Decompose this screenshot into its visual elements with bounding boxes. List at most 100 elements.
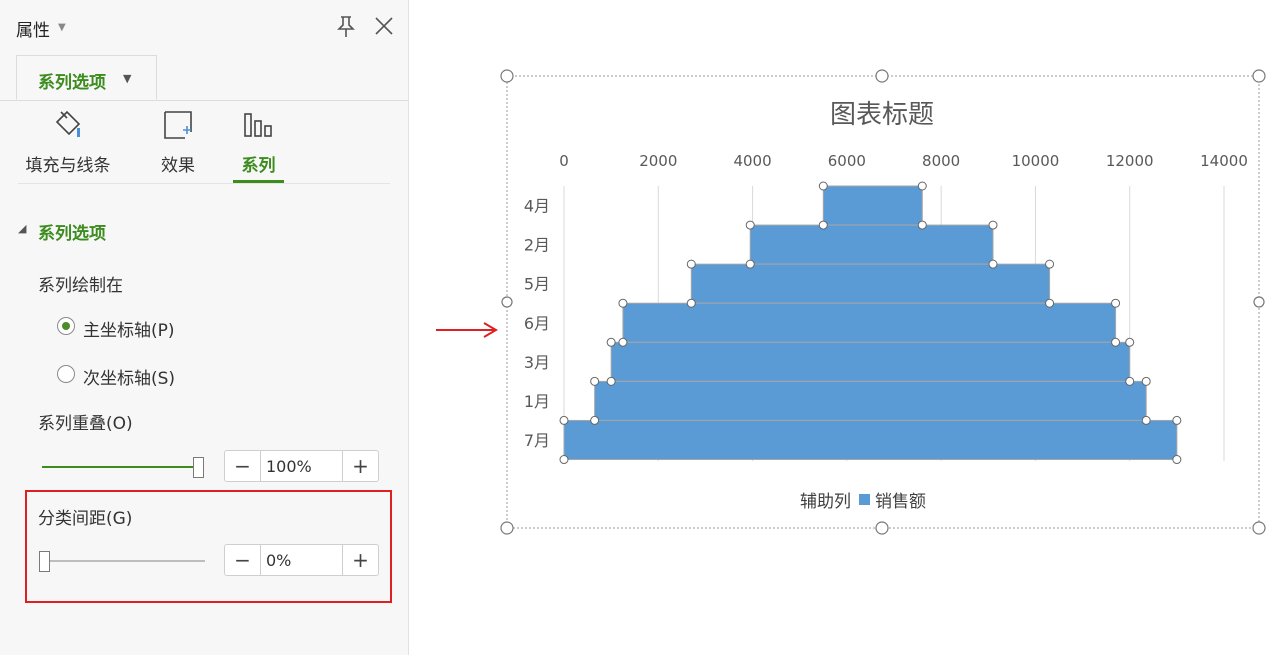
panel-tabbar: 系列选项 ▼ [0,54,408,101]
gap-width-slider-track[interactable] [45,560,205,562]
selection-handle[interactable] [618,337,628,347]
selection-handle[interactable] [1172,415,1182,425]
selection-handle[interactable] [686,298,696,308]
selection-handle[interactable] [1141,376,1151,386]
gap-width-increment-button[interactable]: + [342,545,378,575]
red-arrow-annotation [436,322,498,338]
chart-resize-handle[interactable] [500,69,514,83]
subtab-effects[interactable]: 效果 [148,100,208,186]
legend-swatch-sales [859,494,870,505]
selection-handle[interactable] [818,181,828,191]
gap-width-slider-thumb[interactable] [39,551,50,572]
properties-panel: 属性 ▼ 系列选项 ▼ 填充与线条 效果 系列 ◢ 系列选项 系列绘制在 主坐标… [0,0,409,655]
chart-resize-handle[interactable] [1252,521,1266,535]
selection-handle[interactable] [1141,415,1151,425]
selection-handle[interactable] [590,415,600,425]
series-overlap-slider-track[interactable] [42,466,198,468]
selection-handle[interactable] [1172,455,1182,465]
series-overlap-slider-thumb[interactable] [193,457,204,478]
selection-handle[interactable] [917,181,927,191]
x-tick-label: 4000 [733,152,771,170]
bar-sales[interactable] [822,185,923,226]
gap-width-decrement-button[interactable]: − [225,545,261,575]
panel-header: 属性 ▼ [0,0,408,54]
secondary-axis-radio[interactable] [57,365,75,383]
subtab-series-label: 系列 [241,156,276,176]
bar-sales[interactable] [594,380,1147,421]
chart-title[interactable]: 图表标题 [830,100,934,130]
gap-width-spinner: − 0% + [224,544,379,576]
effects-icon [164,111,192,139]
selection-handle[interactable] [559,455,569,465]
category-label: 1月 [524,392,550,411]
chart-resize-handle[interactable] [875,69,889,83]
selection-handle[interactable] [745,259,755,269]
selection-handle[interactable] [988,220,998,230]
selection-handle[interactable] [745,220,755,230]
funnel-bar-chart[interactable]: 0 2000 4000 6000 8000 10000 12000 14000 4月 2月 5月 6… [497,66,1268,536]
gap-width-input[interactable]: 0% [266,551,291,570]
selection-handle[interactable] [1045,298,1055,308]
selection-handle[interactable] [1111,337,1121,347]
category-label: 2月 [524,236,550,255]
chart-resize-handle[interactable] [500,521,514,535]
bar-sales[interactable] [622,302,1117,343]
chart-container[interactable]: 0 2000 4000 6000 8000 10000 12000 14000 4月 2月 5月 6… [497,66,1268,536]
chevron-down-icon: ▼ [123,72,132,85]
chart-resize-handle[interactable] [1253,296,1265,308]
category-label: 6月 [524,314,550,333]
panel-title-dropdown-icon[interactable]: ▼ [58,22,66,33]
selection-handle[interactable] [1111,298,1121,308]
selection-handle[interactable] [818,220,828,230]
subtab-series[interactable]: 系列 [233,100,284,186]
divider [18,183,390,184]
legend-entry-helper: 辅助列 [800,492,851,512]
paint-bucket-icon [55,110,81,137]
legend-entry-sales: 销售额 [875,492,926,512]
bar-sales[interactable] [690,263,1051,304]
radio-selected-dot [62,322,70,330]
selection-handle[interactable] [686,259,696,269]
subtab-fill-line[interactable]: 填充与线条 [18,100,118,186]
close-icon[interactable] [372,14,396,38]
x-tick-label: 8000 [922,152,960,170]
tab-series-options[interactable]: 系列选项 ▼ [16,55,157,100]
x-tick-label: 12000 [1106,152,1154,170]
x-tick-label: 2000 [639,152,677,170]
selection-handle[interactable] [606,376,616,386]
x-tick-label: 6000 [828,152,866,170]
selection-handle[interactable] [559,415,569,425]
bar-sales[interactable] [563,419,1178,461]
secondary-axis-label[interactable]: 次坐标轴(S) [83,364,175,389]
selection-handle[interactable] [618,298,628,308]
selection-handle[interactable] [988,259,998,269]
primary-axis-label[interactable]: 主坐标轴(P) [83,316,175,341]
selection-handle[interactable] [1125,376,1135,386]
selection-handle[interactable] [590,376,600,386]
series-overlap-increment-button[interactable]: + [342,451,378,481]
category-label: 4月 [524,197,550,216]
selection-handle[interactable] [606,337,616,347]
chart-resize-handle[interactable] [1252,69,1266,83]
subtab-effects-label: 效果 [161,156,195,176]
bar-sales[interactable] [749,224,994,265]
chart-resize-handle[interactable] [875,521,889,535]
pin-icon[interactable] [334,14,358,38]
series-overlap-spinner: − 100% + [224,450,379,482]
series-overlap-input[interactable]: 100% [266,457,312,476]
collapse-triangle-icon[interactable]: ◢ [18,222,26,235]
subtab-fill-line-label: 填充与线条 [25,156,111,176]
category-label: 7月 [524,431,550,450]
series-overlap-decrement-button[interactable]: − [225,451,261,481]
bar-series-icon [243,113,272,137]
chart-resize-handle[interactable] [501,296,513,308]
panel-title[interactable]: 属性 [16,16,50,41]
selection-handle[interactable] [1045,259,1055,269]
category-label: 3月 [524,353,550,372]
selection-handle[interactable] [1125,337,1135,347]
primary-axis-radio[interactable] [57,317,75,335]
section-title-series-options[interactable]: 系列选项 [38,219,106,244]
bar-sales[interactable] [610,341,1131,382]
selection-handle[interactable] [917,220,927,230]
x-tick-label: 14000 [1200,152,1248,170]
